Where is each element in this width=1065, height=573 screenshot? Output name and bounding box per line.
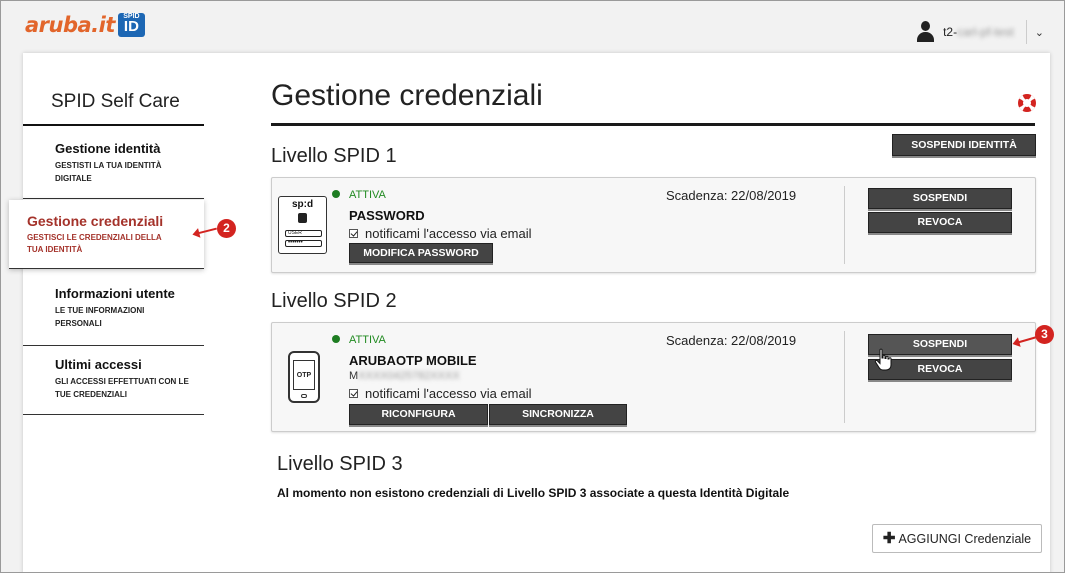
sidebar-item-label: Informazioni utente — [55, 286, 175, 301]
credential-card-password: sp:d USER ••••••• ATTIVA PASSWORD notifi… — [271, 177, 1036, 273]
sidebar-item-subtitle: LE TUE INFORMAZIONI PERSONALI — [55, 306, 145, 328]
sidebar-title: SPID Self Care — [51, 91, 180, 112]
suspend-identity-button[interactable]: SOSPENDI IDENTITÀ — [892, 134, 1036, 156]
spid-id-badge: SPID ID — [117, 13, 145, 37]
reconfigure-button[interactable]: RICONFIGURA — [349, 404, 488, 425]
suspend-button[interactable]: SOSPENDI — [868, 188, 1012, 209]
sidebar-item-subtitle: GLI ACCESSI EFFETTUATI CON LE TUE CREDEN… — [55, 377, 189, 399]
revoke-button[interactable]: REVOCA — [868, 212, 1012, 233]
sidebar-item-label: Ultimi accessi — [55, 357, 142, 372]
notify-email-checkbox[interactable]: notificami l'accesso via email — [349, 386, 532, 401]
main-panel: SPID Self Care Gestione identità GESTIST… — [9, 53, 1054, 572]
credential-number-blurred: XXXX0425782XXXX — [358, 370, 460, 382]
step-marker-2: 2 — [217, 219, 236, 238]
add-credential-button[interactable]: ✚ AGGIUNGI Credenziale — [872, 524, 1042, 553]
card-divider — [844, 186, 845, 264]
user-icon — [917, 21, 935, 43]
sidebar-item-informazioni-utente[interactable]: Informazioni utente LE TUE INFORMAZIONI … — [23, 286, 204, 346]
app-window: aruba.it SPID ID t2-carl-pf-test ⌄ SPID S… — [0, 0, 1065, 573]
spid-password-icon: sp:d USER ••••••• — [278, 196, 327, 254]
credential-number: MXXXX0425782XXXX — [349, 370, 460, 382]
add-credential-label: AGGIUNGI Credenziale — [898, 532, 1032, 546]
sidebar-item-subtitle: GESTISTI LA TUA IDENTITÀ DIGITALE — [55, 161, 162, 183]
user-menu-divider — [1025, 20, 1027, 44]
icon-password-field: ••••••• — [285, 240, 322, 247]
otp-mobile-icon: OTP — [288, 351, 320, 403]
title-divider — [271, 123, 1035, 126]
level-3-empty-message: Al momento non esistono credenziali di L… — [277, 486, 790, 500]
user-name-blurred: carl-pf-test — [957, 25, 1014, 39]
user-menu[interactable]: t2-carl-pf-test ⌄ — [917, 19, 1044, 45]
modify-password-button[interactable]: MODIFICA PASSWORD — [349, 243, 493, 263]
card-divider — [844, 331, 845, 423]
level-1-title: Livello SPID 1 — [271, 145, 397, 167]
sidebar-item-label: Gestione identità — [55, 141, 161, 156]
checkbox-checked[interactable] — [349, 229, 358, 238]
credential-card-otp: OTP ATTIVA ARUBAOTP MOBILE MXXXX0425782X… — [271, 322, 1036, 432]
plus-icon: ✚ — [882, 530, 896, 547]
notify-label: notificami l'accesso via email — [365, 386, 532, 401]
top-bar: aruba.it SPID ID t2-carl-pf-test ⌄ — [1, 1, 1064, 49]
sidebar-item-ultimi-accessi[interactable]: Ultimi accessi GLI ACCESSI EFFETTUATI CO… — [23, 357, 204, 415]
credential-name: PASSWORD — [349, 208, 425, 223]
sidebar-item-subtitle: GESTISCI LE CREDENZIALI DELLA TUA IDENTI… — [27, 233, 162, 254]
sidebar-item-gestione-credenziali[interactable]: Gestione credenziali GESTISCI LE CREDENZ… — [9, 200, 204, 269]
spid-icon-label: sp:d — [291, 199, 314, 210]
credential-name: ARUBAOTP MOBILE — [349, 353, 477, 368]
logo-text: aruba.it — [25, 13, 115, 37]
checkbox-checked[interactable] — [349, 389, 358, 398]
level-2-title: Livello SPID 2 — [271, 290, 397, 312]
sidebar-item-label: Gestione credenziali — [27, 213, 164, 229]
synchronize-button[interactable]: SINCRONIZZA — [489, 404, 627, 425]
step-marker-3: 3 — [1035, 325, 1054, 344]
expiry-date: Scadenza: 22/08/2019 — [666, 188, 797, 203]
sidebar-title-divider — [23, 124, 204, 126]
help-lifebuoy-icon[interactable] — [1018, 94, 1036, 112]
page-title: Gestione credenziali — [271, 79, 543, 112]
expiry-date: Scadenza: 22/08/2019 — [666, 333, 797, 348]
hand-cursor-icon — [874, 348, 892, 371]
otp-icon-label: OTP — [293, 360, 315, 390]
chevron-down-icon[interactable]: ⌄ — [1035, 26, 1044, 39]
status-badge: ATTIVA — [332, 334, 386, 346]
aruba-spid-logo[interactable]: aruba.it SPID ID — [25, 13, 145, 37]
level-3-title: Livello SPID 3 — [277, 453, 403, 475]
notify-email-checkbox[interactable]: notificami l'accesso via email — [349, 226, 532, 241]
badge-small-text: SPID — [123, 13, 140, 20]
status-badge: ATTIVA — [332, 189, 386, 201]
user-name: t2-carl-pf-test — [943, 25, 1014, 39]
icon-user-field: USER — [285, 230, 322, 237]
sidebar-item-gestione-identita[interactable]: Gestione identità GESTISTI LA TUA IDENTI… — [23, 141, 204, 199]
notify-label: notificami l'accesso via email — [365, 226, 532, 241]
